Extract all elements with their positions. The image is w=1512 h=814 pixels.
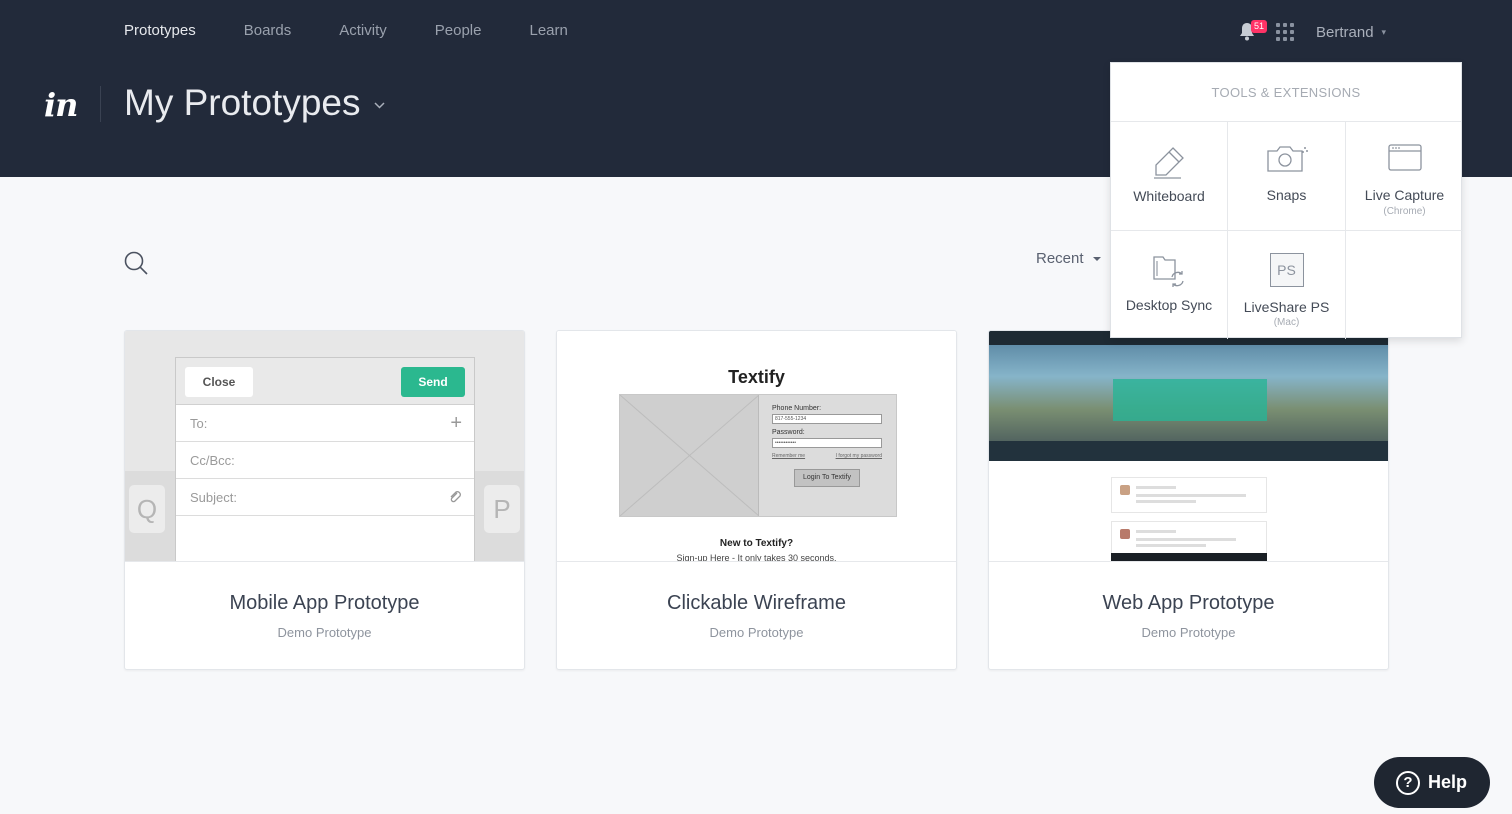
password-label: Password: <box>772 429 805 436</box>
photoshop-icon: PS <box>1269 253 1304 287</box>
image-placeholder-icon <box>620 395 759 516</box>
sort-label: Recent <box>1036 250 1084 267</box>
login-button-mock: Login To Textify <box>794 469 860 487</box>
nav-people[interactable]: People <box>435 21 482 41</box>
chevron-down-icon <box>374 101 386 109</box>
cc-label: Cc/Bcc: <box>190 453 235 468</box>
card-title: Mobile App Prototype <box>229 592 420 614</box>
notification-badge: 51 <box>1251 20 1268 33</box>
mock-subject-field: Subject: <box>176 479 474 516</box>
invision-logo[interactable]: in <box>44 86 78 124</box>
email-compose-mock: Close Send To: + Cc/Bcc: Subject: <box>175 357 475 561</box>
prototype-thumbnail: Textify Phone Number: 817-555-1234 Passw… <box>557 331 956 562</box>
tool-label: Snaps <box>1266 187 1307 203</box>
plus-icon: + <box>450 412 462 434</box>
new-to-text: New to Textify? <box>719 538 794 549</box>
phone-input-mock: 817-555-1234 <box>772 414 882 424</box>
mock-send-button: Send <box>401 367 465 397</box>
tool-sublabel: (Mac) <box>1273 317 1300 328</box>
forgot-link: I forgot my password <box>835 453 882 459</box>
pencil-icon <box>1154 147 1184 179</box>
page-title-dropdown[interactable]: My Prototypes <box>124 82 386 124</box>
chevron-down-icon: ▾ <box>1381 26 1387 37</box>
question-icon: ? <box>1396 770 1420 795</box>
header-actions: 51 Bertrand ▾ <box>1238 20 1386 44</box>
dropdown-heading: TOOLS & EXTENSIONS <box>1111 63 1461 122</box>
mock-to-field: To: + <box>176 405 474 442</box>
phone-label: Phone Number: <box>772 405 822 412</box>
folder-sync-icon <box>1153 256 1184 287</box>
help-label: Help <box>1428 772 1468 792</box>
to-label: To: <box>190 416 208 431</box>
prototype-card-mobile[interactable]: Q P Close Send To: + Cc/Bcc: Subject: Mo… <box>124 330 525 670</box>
subject-label: Subject: <box>190 490 237 505</box>
key-q: Q <box>129 485 165 533</box>
card-subtitle: Demo Prototype <box>277 625 372 640</box>
card-title: Web App Prototype <box>1102 592 1275 614</box>
avatar <box>1120 529 1130 539</box>
tool-label: Desktop Sync <box>1125 297 1213 313</box>
prototype-thumbnail <box>989 331 1388 562</box>
webapp-image-strip <box>1111 553 1267 561</box>
caret-down-icon <box>1092 256 1101 261</box>
wireframe-form: Phone Number: 817-555-1234 Password: •••… <box>772 405 890 487</box>
tool-live-capture[interactable]: Live Capture (Chrome) <box>1346 122 1463 231</box>
search-button[interactable] <box>123 250 149 276</box>
tool-snaps[interactable]: Snaps <box>1228 122 1346 231</box>
nav-activity[interactable]: Activity <box>339 21 387 41</box>
search-icon <box>124 251 148 275</box>
tool-whiteboard[interactable]: Whiteboard <box>1111 122 1228 231</box>
webapp-status-panel <box>1113 379 1267 421</box>
prototype-thumbnail: Q P Close Send To: + Cc/Bcc: Subject: <box>125 331 524 562</box>
tool-sublabel: (Chrome) <box>1383 206 1426 217</box>
header-divider <box>100 86 101 122</box>
wireframe-links: Remember me I forgot my password <box>772 453 882 459</box>
tools-extensions-dropdown: TOOLS & EXTENSIONS Whiteboard Snaps Live… <box>1110 62 1463 339</box>
sort-dropdown[interactable]: Recent <box>1036 250 1101 267</box>
tool-label: LiveShare PS <box>1243 299 1330 315</box>
main-nav: Prototypes Boards Activity People Learn <box>124 21 616 41</box>
camera-icon <box>1266 146 1308 172</box>
nav-prototypes[interactable]: Prototypes <box>124 21 196 41</box>
card-subtitle: Demo Prototype <box>1141 625 1236 640</box>
prototype-card-webapp[interactable]: Web App Prototype Demo Prototype <box>988 330 1389 670</box>
password-input-mock: •••••••••••• <box>772 438 882 448</box>
webapp-post-mock <box>1111 477 1267 513</box>
page-title: My Prototypes <box>124 82 361 123</box>
user-menu[interactable]: Bertrand ▾ <box>1316 24 1386 41</box>
paperclip-icon <box>450 491 461 503</box>
user-name: Bertrand <box>1316 23 1374 41</box>
compose-toolbar: Close Send <box>176 358 474 405</box>
wireframe-login-box: Phone Number: 817-555-1234 Password: •••… <box>619 394 897 517</box>
avatar <box>1120 485 1130 495</box>
browser-window-icon <box>1387 144 1422 171</box>
tool-desktop-sync[interactable]: Desktop Sync <box>1111 231 1228 339</box>
webapp-post-mock <box>1111 521 1267 557</box>
remember-link: Remember me <box>772 453 806 459</box>
card-subtitle: Demo Prototype <box>709 625 804 640</box>
mock-cc-field: Cc/Bcc: <box>176 442 474 479</box>
webapp-hero-image <box>989 331 1388 461</box>
nav-boards[interactable]: Boards <box>244 21 292 41</box>
wireframe-title: Textify <box>728 367 785 387</box>
tool-empty-slot <box>1346 231 1463 339</box>
key-p: P <box>484 485 520 533</box>
help-button[interactable]: ? Help <box>1374 757 1490 808</box>
webapp-tab-bar <box>989 441 1388 461</box>
apps-grid-icon[interactable] <box>1276 23 1294 41</box>
tool-label: Live Capture <box>1364 187 1445 203</box>
nav-learn[interactable]: Learn <box>529 21 567 41</box>
tool-liveshare-ps[interactable]: PS LiveShare PS (Mac) <box>1228 231 1346 339</box>
prototype-card-wireframe[interactable]: Textify Phone Number: 817-555-1234 Passw… <box>556 330 957 670</box>
tools-grid: Whiteboard Snaps Live Capture (Chrome) D… <box>1111 122 1463 339</box>
mock-close-button: Close <box>185 367 253 397</box>
tool-label: Whiteboard <box>1133 188 1205 204</box>
card-title: Clickable Wireframe <box>667 592 846 614</box>
signup-text: Sign-up Here - It only takes 30 seconds. <box>676 553 837 562</box>
notifications-button[interactable]: 51 <box>1238 20 1268 43</box>
